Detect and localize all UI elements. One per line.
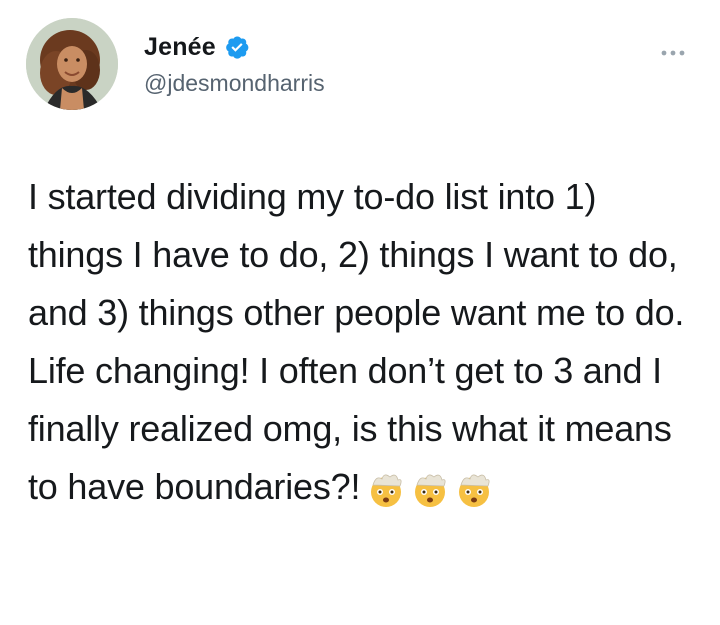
avatar-image xyxy=(26,18,118,110)
author-info: Jenée @jdesmondharris xyxy=(144,30,325,97)
tweet-text: I started dividing my to-do list into 1)… xyxy=(28,176,685,507)
profile-avatar[interactable] xyxy=(26,18,118,110)
user-handle[interactable]: @jdesmondharris xyxy=(144,70,325,97)
emoji-group xyxy=(366,460,498,518)
tweet-header: Jenée @jdesmondharris xyxy=(26,18,694,118)
exploding-head-emoji xyxy=(454,468,494,508)
exploding-head-emoji xyxy=(366,468,406,508)
tweet-body: I started dividing my to-do list into 1)… xyxy=(28,168,698,518)
tweet-card: Jenée @jdesmondharris I started dividing… xyxy=(0,0,720,625)
more-options-icon[interactable] xyxy=(660,44,686,56)
verified-badge-icon xyxy=(224,34,250,60)
display-name[interactable]: Jenée xyxy=(144,33,216,62)
display-name-row: Jenée xyxy=(144,30,325,64)
exploding-head-emoji xyxy=(410,468,450,508)
